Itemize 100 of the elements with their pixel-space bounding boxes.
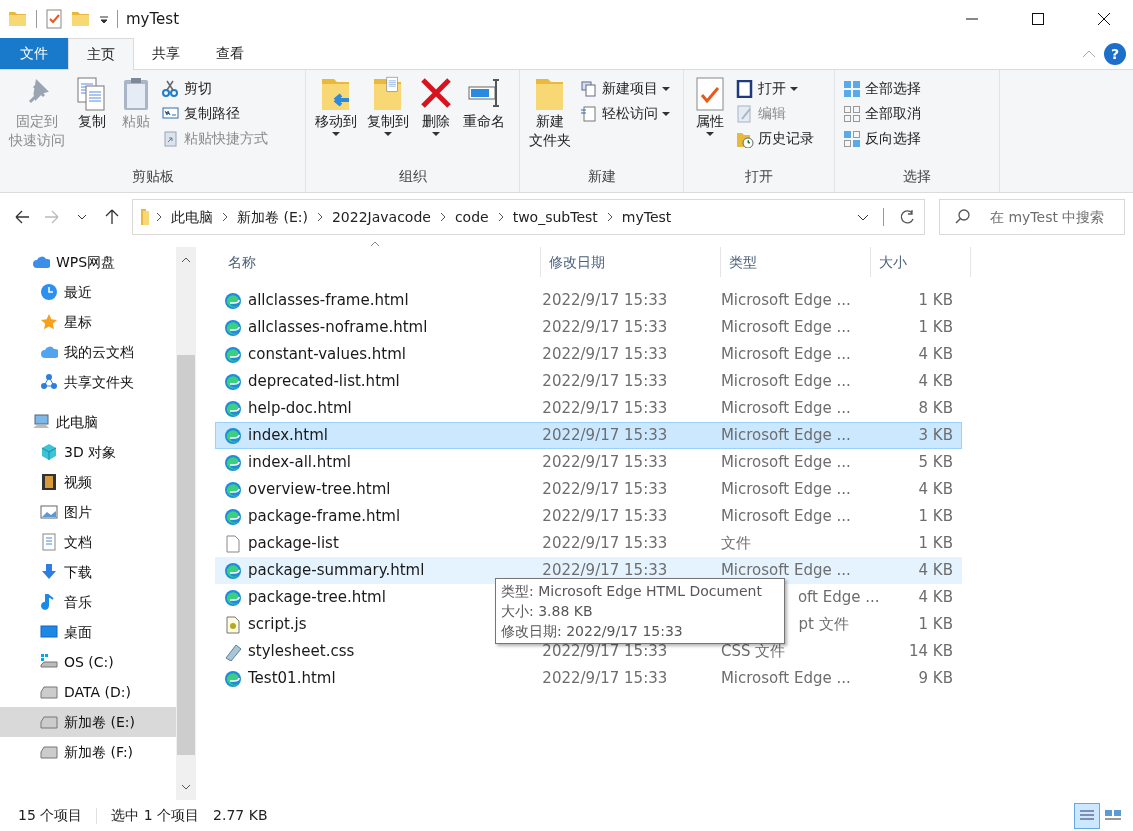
sidebar-item[interactable]: OS (C:) — [0, 647, 176, 677]
file-name[interactable]: index-all.html — [248, 451, 351, 474]
sidebar-item[interactable]: 最近 — [0, 277, 176, 307]
breadcrumb[interactable]: 2022Javacode — [329, 206, 433, 228]
sidebar-item[interactable]: 视频 — [0, 467, 176, 497]
sidebar-item[interactable]: 图片 — [0, 497, 176, 527]
ribbon-button[interactable]: 复制到 — [364, 74, 412, 166]
ribbon-button[interactable]: 全部选择 — [841, 76, 923, 101]
size-text: 5 KB — [918, 453, 953, 472]
details-view-button[interactable] — [1074, 802, 1100, 829]
ribbon-button[interactable]: 剪切 — [160, 76, 270, 101]
type-text: CSS 文件 — [720, 642, 786, 661]
ribbon-button[interactable]: 历史记录 — [734, 126, 816, 151]
properties-icon — [693, 76, 727, 112]
drive-icon — [40, 653, 58, 671]
file-name[interactable]: package-tree.html — [248, 586, 386, 609]
file-name[interactable]: package-frame.html — [248, 505, 401, 528]
new-folder-icon[interactable] — [71, 9, 91, 29]
breadcrumb[interactable]: myTest — [619, 206, 674, 228]
sidebar-item[interactable]: 共享文件夹 — [0, 367, 176, 397]
file-name[interactable]: constant-values.html — [248, 343, 406, 366]
address-bar[interactable]: 此电脑 新加卷 (E:) 2022Javacode code two_subTest myTest — [132, 199, 925, 235]
ribbon-button[interactable]: 反向选择 — [841, 126, 923, 151]
properties-icon[interactable] — [45, 9, 63, 29]
sidebar-item[interactable]: 桌面 — [0, 617, 176, 647]
ribbon-tab[interactable]: 共享 — [134, 38, 198, 69]
scrollbar[interactable] — [176, 247, 196, 800]
date-text: 2022/9/17 15:33 — [542, 372, 668, 391]
sidebar-item[interactable]: 3D 对象 — [0, 437, 176, 467]
ribbon-button[interactable]: 删除 — [416, 74, 456, 166]
up-icon[interactable] — [103, 208, 121, 226]
film-icon — [40, 473, 58, 491]
ribbon-button[interactable]: 复制路径 — [160, 101, 270, 126]
sidebar-item[interactable]: 星标 — [0, 307, 176, 337]
sidebar-item[interactable]: 新加卷 (E:) — [0, 707, 176, 737]
clock-icon — [40, 283, 58, 301]
file-name[interactable]: deprecated-list.html — [248, 370, 400, 393]
ribbon-button[interactable]: 全部取消 — [841, 101, 923, 126]
sidebar-item[interactable]: 音乐 — [0, 587, 176, 617]
breadcrumb[interactable]: two_subTest — [510, 206, 600, 228]
type-text: Microsoft Edge ... — [720, 669, 851, 688]
sidebar-item[interactable]: 我的云文档 — [0, 337, 176, 367]
help-button[interactable]: ? — [1104, 42, 1126, 65]
back-icon[interactable] — [13, 208, 31, 226]
ribbon-tab[interactable]: 查看 — [198, 38, 262, 69]
share-icon — [40, 373, 58, 391]
easy-access-icon — [580, 104, 598, 123]
ribbon-button[interactable]: 复制 — [72, 74, 112, 166]
ribbon-tab[interactable]: 主页 — [68, 38, 134, 70]
column-header[interactable]: 名称 — [220, 247, 541, 277]
file-name[interactable]: package-list — [248, 532, 339, 555]
ribbon-button[interactable]: 新建项目 — [578, 76, 672, 101]
ribbon-tab[interactable]: 文件 — [0, 38, 68, 69]
column-header[interactable]: 大小 — [871, 247, 971, 277]
sidebar-item[interactable]: 此电脑 — [0, 407, 176, 437]
breadcrumb[interactable]: 新加卷 (E:) — [235, 206, 310, 228]
size-text: 8 KB — [918, 399, 953, 418]
sidebar-item[interactable]: 下载 — [0, 557, 176, 587]
ribbon-button[interactable]: 属性 — [690, 74, 730, 166]
column-header[interactable]: 修改日期 — [541, 247, 721, 277]
type-text: Microsoft Edge ... — [720, 561, 851, 580]
file-row[interactable]: index.html 2022/9/17 15:33 Microsoft Edge ... 3 KB — [215, 422, 962, 449]
file-name[interactable]: allclasses-noframe.html — [248, 316, 428, 339]
size-text: 1 KB — [918, 507, 953, 526]
sidebar-item[interactable]: 文档 — [0, 527, 176, 557]
file-name[interactable]: help-doc.html — [248, 397, 352, 420]
date-text: 2022/9/17 15:33 — [542, 318, 668, 337]
size-text: 14 KB — [909, 642, 953, 661]
drive-icon — [40, 743, 58, 761]
breadcrumb[interactable]: code — [452, 206, 491, 228]
ribbon-button[interactable]: 新建 文件夹 — [526, 74, 574, 166]
file-name[interactable]: overview-tree.html — [248, 478, 391, 501]
file-name[interactable]: script.js — [248, 613, 307, 636]
sidebar-item[interactable]: DATA (D:) — [0, 677, 176, 707]
ribbon-button[interactable]: 重命名 — [460, 74, 508, 166]
column-header[interactable]: 类型 — [721, 247, 871, 277]
size-text: 9 KB — [918, 669, 953, 688]
ribbon-button[interactable]: 移动到 — [312, 74, 360, 166]
size-text: 4 KB — [918, 561, 953, 580]
ribbon-button[interactable]: 轻松访问 — [578, 101, 672, 126]
sidebar-item[interactable]: WPS网盘 — [0, 247, 176, 277]
date-text: 2022/9/17 15:33 — [542, 426, 668, 445]
file-name[interactable]: package-summary.html — [248, 559, 425, 582]
scroll-down-icon — [181, 782, 191, 792]
file-name[interactable]: index.html — [248, 424, 328, 447]
search-field[interactable]: 在 myTest 中搜索 — [939, 199, 1125, 235]
monitor-icon — [40, 623, 58, 641]
file-name[interactable]: stylesheet.css — [248, 640, 355, 663]
breadcrumb[interactable]: 此电脑 — [169, 206, 215, 228]
file-row[interactable]: package-summary.html 2022/9/17 15:33 Microsoft Edge ... 4 KB — [215, 557, 962, 584]
size-text: 4 KB — [918, 345, 953, 364]
folder-icon — [141, 209, 149, 225]
sidebar-item[interactable]: 新加卷 (F:) — [0, 737, 176, 767]
star-icon — [40, 313, 58, 331]
ribbon-button[interactable]: 打开 — [734, 76, 816, 101]
file-name[interactable]: allclasses-frame.html — [248, 289, 409, 312]
size-text: 3 KB — [918, 426, 953, 445]
selection-size: 2.77 KB — [213, 806, 268, 825]
scrollbar-thumb[interactable] — [177, 355, 195, 755]
file-name[interactable]: Test01.html — [248, 667, 336, 690]
